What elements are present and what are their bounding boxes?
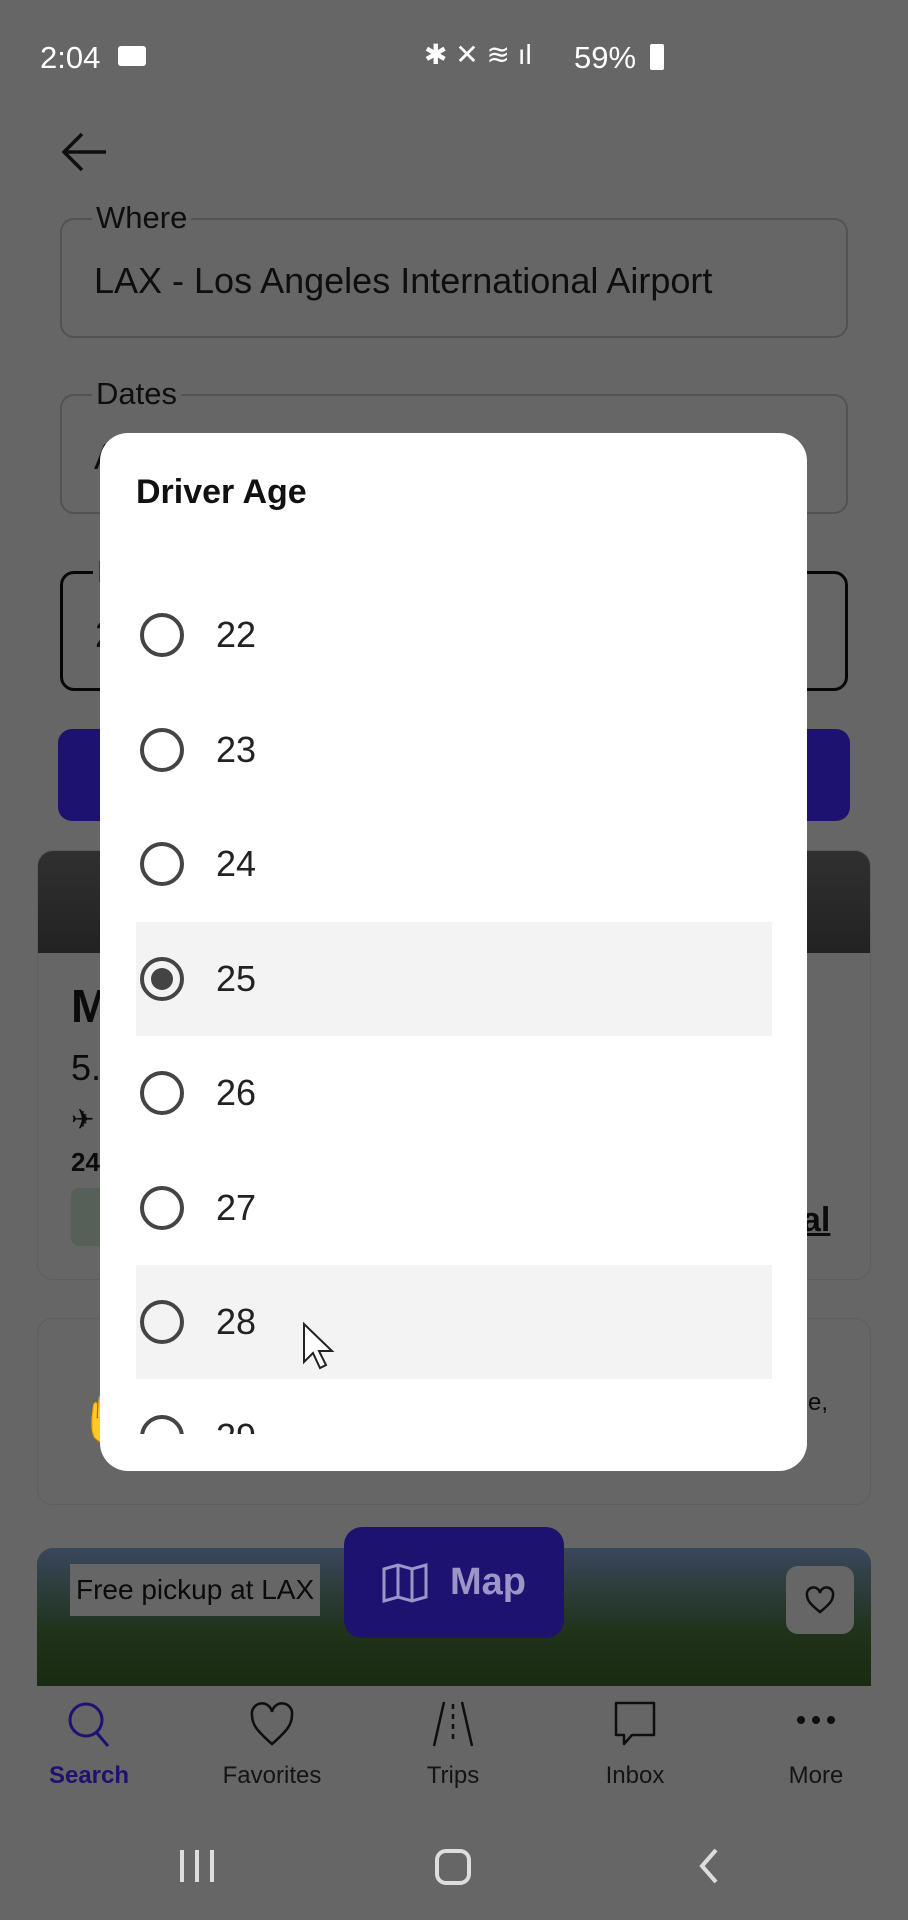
age-option-28[interactable]: 28 <box>136 1265 772 1379</box>
mouse-cursor-icon <box>302 1321 336 1375</box>
info-text: e, <box>808 1389 829 1416</box>
card-rating: 5. <box>71 1047 102 1088</box>
radio-unselected-icon[interactable] <box>140 727 184 772</box>
search-icon <box>68 1702 110 1747</box>
battery-level: 59% <box>574 40 637 75</box>
status-bar: 2:04 ✱ ✕ ≋ ıl 59% <box>0 0 908 110</box>
nav-favorites-label: Favorites <box>222 1762 322 1789</box>
home-button[interactable] <box>435 1849 471 1885</box>
age-option-label: 29 <box>216 1416 256 1435</box>
where-value: LAX - Los Angeles International Airport <box>94 260 713 301</box>
favorite-button[interactable] <box>786 1566 854 1634</box>
bluetooth-wifi-signal-icons: ✱ ✕ ≋ ıl <box>424 39 532 70</box>
age-option-27[interactable]: 27 <box>136 1151 772 1265</box>
age-option-label: 25 <box>216 957 257 999</box>
age-option-label: 26 <box>216 1072 257 1113</box>
nav-more[interactable]: More <box>736 1700 896 1790</box>
back-button[interactable] <box>60 130 108 179</box>
age-option-label: 27 <box>216 1186 257 1228</box>
map-button[interactable]: Map <box>344 1527 564 1638</box>
nav-inbox[interactable]: Inbox <box>555 1700 715 1790</box>
recents-button[interactable] <box>180 1850 214 1882</box>
pickup-badge: Free pickup at LAX <box>70 1564 321 1616</box>
video-icon <box>118 46 146 66</box>
status-time: 2:04 <box>40 40 101 75</box>
age-option-26[interactable]: 26 <box>136 1036 772 1150</box>
radio-selected-icon[interactable] <box>140 956 184 1001</box>
age-option-25[interactable]: 25 <box>136 921 772 1036</box>
dialog-title: Driver Age <box>136 473 307 511</box>
chevron-left-icon <box>699 1848 718 1884</box>
age-option-label: 28 <box>216 1301 257 1342</box>
back-nav-button[interactable] <box>698 1848 720 1889</box>
where-label: Where <box>92 200 192 236</box>
age-option-23[interactable]: 23 <box>136 693 772 807</box>
dates-label: Dates <box>92 376 181 412</box>
nav-search-label: Search <box>48 1762 130 1789</box>
age-option-29[interactable]: 29 <box>136 1380 772 1435</box>
nav-inbox-label: Inbox <box>605 1762 665 1789</box>
more-icon <box>797 1716 835 1724</box>
battery-icon <box>650 44 664 70</box>
age-option-label: 24 <box>216 843 257 884</box>
age-options-list[interactable]: 22 23 24 25 26 27 28 29 <box>136 578 772 1434</box>
radio-unselected-icon[interactable] <box>140 1185 184 1230</box>
nav-favorites[interactable]: Favorites <box>192 1700 352 1790</box>
age-option-label: 22 <box>216 614 257 655</box>
radio-unselected-icon[interactable] <box>140 613 184 657</box>
heart-icon <box>805 1586 835 1614</box>
card-info: 24 <box>71 1147 100 1177</box>
road-icon <box>432 1701 474 1747</box>
radio-unselected-icon[interactable] <box>140 1300 184 1344</box>
age-option-24[interactable]: 24 <box>136 807 772 921</box>
age-option-label: 23 <box>216 728 257 770</box>
where-field[interactable]: Where LAX - Los Angeles International Ai… <box>60 200 848 338</box>
plane-icon: ✈ <box>71 1104 95 1135</box>
radio-unselected-icon[interactable] <box>140 1071 184 1115</box>
chat-icon <box>614 1701 656 1746</box>
heart-icon <box>250 1702 294 1746</box>
map-icon <box>382 1562 428 1603</box>
nav-more-label: More <box>788 1762 844 1789</box>
nav-search[interactable]: Search <box>9 1700 169 1790</box>
driver-age-dialog: Driver Age 22 23 24 25 26 27 28 29 <box>100 433 807 1471</box>
nav-trips-label: Trips <box>426 1762 480 1789</box>
radio-unselected-icon[interactable] <box>140 1414 184 1434</box>
back-arrow-icon <box>61 132 106 172</box>
map-label: Map <box>450 1561 526 1603</box>
age-option-22[interactable]: 22 <box>136 578 772 692</box>
nav-trips[interactable]: Trips <box>373 1700 533 1790</box>
radio-unselected-icon[interactable] <box>140 842 184 886</box>
